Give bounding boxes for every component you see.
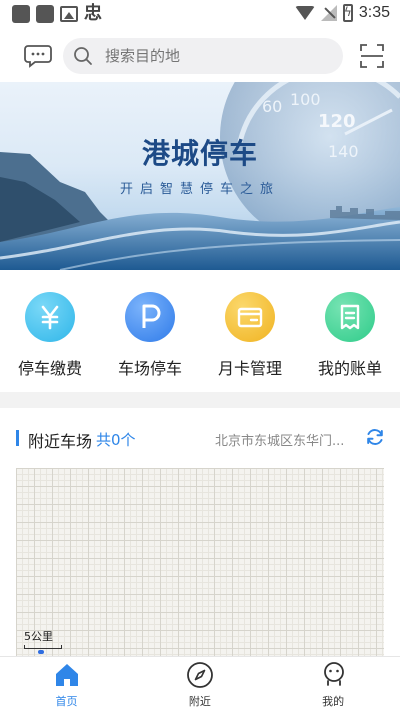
battery-charging-icon	[342, 4, 353, 22]
wifi-icon	[294, 6, 315, 20]
nearby-parking-section: 附近车场 共0个 北京市东城区东华门... 5公里	[0, 408, 400, 656]
bill-icon	[325, 292, 375, 342]
svg-text:100: 100	[290, 90, 321, 109]
chat-bubble-icon[interactable]	[24, 44, 52, 68]
map-view[interactable]: 5公里	[16, 468, 384, 656]
status-bar-right: 3:35	[294, 4, 390, 22]
yen-icon	[25, 292, 75, 342]
status-bar: 忠 3:35	[0, 0, 400, 28]
feature-grid: 停车缴费 车场停车 月卡管理 我的账单	[0, 270, 400, 392]
banner-title: 港城停车	[141, 137, 258, 170]
section-accent-bar	[16, 430, 19, 446]
bottom-nav: 首页 附近 我的	[0, 656, 400, 711]
nav-nearby[interactable]: 附近	[133, 657, 266, 711]
current-location[interactable]: 北京市东城区东华门...	[215, 430, 351, 449]
nav-mine[interactable]: 我的	[267, 657, 400, 711]
feature-lot-parking[interactable]: 车场停车	[100, 270, 200, 392]
feature-parking-payment[interactable]: 停车缴费	[0, 270, 100, 392]
status-bar-left: 忠	[12, 5, 102, 23]
nav-label: 首页	[55, 695, 78, 708]
nearby-title: 附近车场	[28, 432, 93, 451]
app-square-icon	[12, 5, 30, 23]
compass-icon	[187, 662, 214, 688]
home-icon	[56, 664, 78, 686]
image-icon	[60, 6, 78, 22]
card-icon	[225, 292, 275, 342]
nav-home[interactable]: 首页	[0, 657, 133, 711]
nearby-count: 共0个	[96, 431, 136, 449]
location-marker	[38, 650, 44, 654]
map-scale-bar	[24, 645, 62, 649]
feature-label: 停车缴费	[17, 359, 82, 378]
feature-label: 月卡管理	[217, 359, 282, 378]
nav-label: 附近	[188, 695, 211, 708]
search-input[interactable]	[105, 47, 325, 65]
status-glyph: 忠	[84, 3, 102, 24]
feature-label: 我的账单	[317, 359, 382, 378]
status-time: 3:35	[358, 4, 390, 21]
app-square-icon	[36, 5, 54, 23]
user-icon	[323, 662, 344, 686]
refresh-icon[interactable]	[365, 427, 385, 447]
nav-label: 我的	[322, 695, 345, 708]
search-bar[interactable]	[63, 38, 343, 74]
svg-text:60: 60	[262, 97, 282, 116]
header	[0, 28, 400, 82]
map-scale-label: 5公里	[24, 630, 53, 643]
map-scale: 5公里	[24, 628, 62, 649]
banner-artwork: 60 100 120 140	[0, 82, 400, 270]
scan-icon[interactable]	[360, 44, 384, 68]
feature-monthly-card[interactable]: 月卡管理	[200, 270, 300, 392]
signal-off-icon	[320, 5, 337, 21]
feature-label: 车场停车	[117, 359, 182, 378]
banner-subtitle: 开启智慧停车之旅	[119, 182, 280, 197]
parking-icon	[125, 292, 175, 342]
feature-my-bills[interactable]: 我的账单	[300, 270, 400, 392]
svg-text:120: 120	[318, 111, 356, 132]
promo-banner[interactable]: 60 100 120 140 港城停车 开启智慧停车之旅	[0, 82, 400, 270]
search-icon	[74, 47, 92, 65]
